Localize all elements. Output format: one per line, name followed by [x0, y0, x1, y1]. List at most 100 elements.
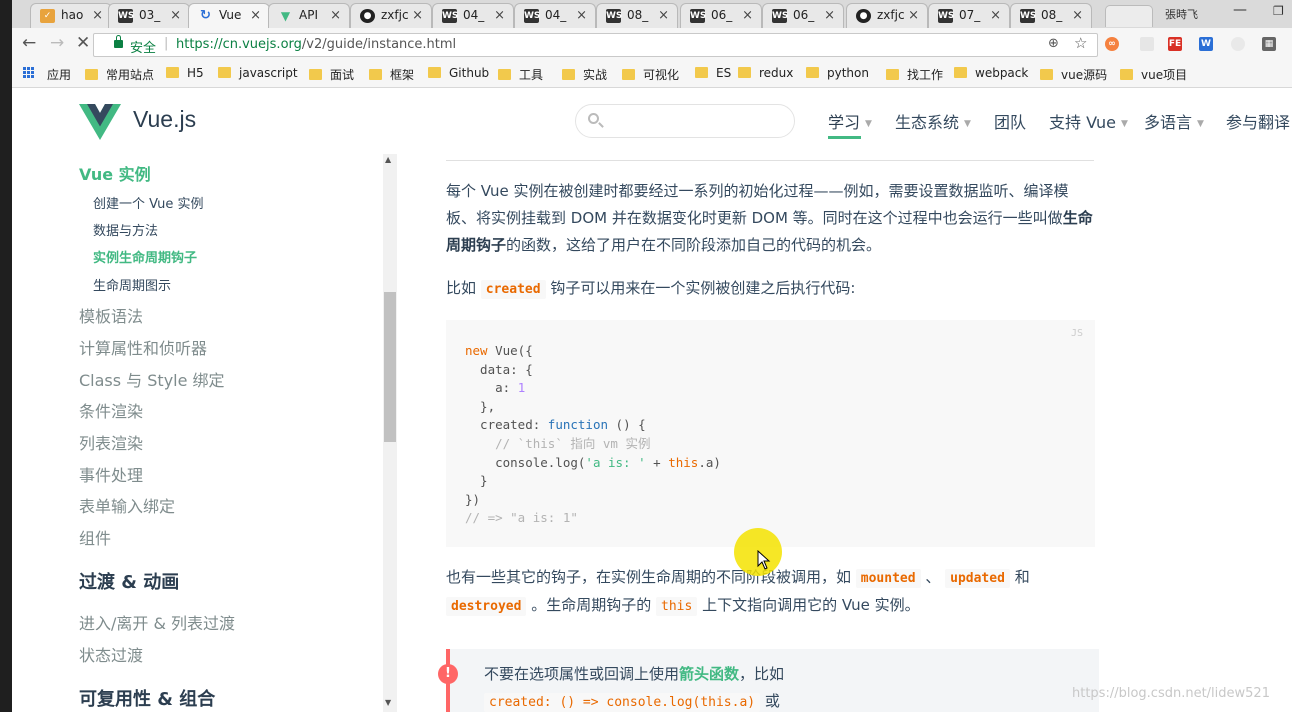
extension-fe-icon[interactable]: FE: [1168, 37, 1182, 51]
close-icon[interactable]: ×: [742, 8, 753, 23]
tab-2[interactable]: WS 03_ ×: [108, 3, 190, 28]
bookmark-item[interactable]: 工具: [498, 66, 543, 83]
code-content[interactable]: new Vue({ data: { a: 1 }, created: funct…: [465, 342, 721, 528]
extension-gray-icon[interactable]: [1140, 37, 1154, 51]
stop-icon[interactable]: ✕: [76, 33, 90, 53]
nav-ecosystem[interactable]: 生态系统 ▼: [895, 109, 971, 133]
tab-label: 03_: [139, 8, 161, 22]
search-input[interactable]: [575, 104, 795, 138]
vue-logo-icon[interactable]: [79, 104, 121, 140]
sidebar-sub-item[interactable]: 生命周期图示: [93, 275, 171, 294]
bookmark-item[interactable]: 实战: [562, 66, 607, 83]
bookmark-item[interactable]: redux: [738, 66, 793, 80]
close-icon[interactable]: ×: [170, 8, 181, 23]
sidebar-item[interactable]: 模板语法: [79, 303, 143, 327]
extension-infinity-icon[interactable]: ∞: [1105, 37, 1119, 51]
zoom-icon[interactable]: ⊕: [1048, 36, 1059, 51]
close-icon[interactable]: ×: [576, 8, 587, 23]
back-icon[interactable]: ←: [22, 33, 36, 53]
lock-icon[interactable]: [114, 35, 123, 48]
extension-w-icon[interactable]: W: [1199, 37, 1213, 51]
nav-learn[interactable]: 学习 ▼: [828, 109, 872, 133]
close-icon[interactable]: ×: [658, 8, 669, 23]
sidebar-scroll-thumb[interactable]: [384, 292, 396, 442]
text: 比如: [446, 279, 481, 297]
url-text[interactable]: https://cn.vuejs.org/v2/guide/instance.h…: [176, 37, 456, 52]
bookmark-item[interactable]: Github: [428, 66, 489, 80]
tab-label: 04_: [463, 8, 485, 22]
restore-icon[interactable]: ❐: [1273, 4, 1284, 18]
sidebar-item[interactable]: 列表渲染: [79, 430, 143, 454]
extension-qr-icon[interactable]: ▦: [1262, 37, 1276, 51]
site-title[interactable]: Vue.js: [133, 106, 196, 133]
sidebar-item[interactable]: 表单输入绑定: [79, 493, 175, 517]
tab-11[interactable]: ● zxfjc ×: [846, 3, 928, 28]
close-icon[interactable]: ×: [824, 8, 835, 23]
tab-4[interactable]: ▼ API ×: [268, 3, 350, 28]
close-icon[interactable]: ×: [412, 8, 423, 23]
tab-8[interactable]: WS 08_ ×: [596, 3, 678, 28]
sidebar-item[interactable]: 计算属性和侦听器: [79, 335, 207, 359]
close-icon[interactable]: ×: [250, 8, 261, 23]
tab-12[interactable]: WS 07_ ×: [928, 3, 1010, 28]
inline-code: updated: [945, 569, 1010, 588]
mouse-cursor-icon: [757, 550, 771, 570]
bookmark-item[interactable]: ES: [695, 66, 731, 80]
secure-label[interactable]: 安全: [130, 37, 156, 56]
nav-support[interactable]: 支持 Vue ▼: [1049, 109, 1128, 133]
apps-grid-icon[interactable]: [23, 67, 35, 79]
bookmark-item[interactable]: 可视化: [622, 66, 679, 83]
nav-translate[interactable]: 参与翻译: [1226, 109, 1290, 133]
sidebar-item[interactable]: 状态过渡: [79, 642, 143, 666]
close-icon[interactable]: ×: [1072, 8, 1083, 23]
folder-icon: [369, 69, 382, 80]
scroll-up-icon[interactable]: ▲: [385, 155, 391, 164]
tab-10[interactable]: WS 06_ ×: [762, 3, 844, 28]
tab-6[interactable]: WS 04_ ×: [432, 3, 514, 28]
sidebar-current-section[interactable]: Vue 实例: [79, 161, 151, 185]
star-icon[interactable]: ☆: [1074, 34, 1087, 52]
bookmark-item[interactable]: vue源码: [1040, 66, 1107, 83]
folder-icon: [1040, 69, 1053, 80]
profile-label[interactable]: 張時飞: [1165, 6, 1198, 22]
bookmark-item[interactable]: 框架: [369, 66, 414, 83]
bookmark-item[interactable]: vue项目: [1120, 66, 1187, 83]
tab-5[interactable]: ● zxfjc ×: [350, 3, 432, 28]
bookmark-item[interactable]: webpack: [954, 66, 1028, 80]
sidebar-item[interactable]: 事件处理: [79, 462, 143, 486]
nav-languages[interactable]: 多语言 ▼: [1144, 109, 1204, 133]
sidebar-sub-item[interactable]: 数据与方法: [93, 220, 158, 239]
new-tab-button[interactable]: [1105, 5, 1153, 27]
webstorm-icon: WS: [690, 9, 707, 23]
tab-9[interactable]: WS 06_ ×: [680, 3, 762, 28]
tab-7[interactable]: WS 04_ ×: [514, 3, 596, 28]
sidebar-sub-item-active[interactable]: 实例生命周期钩子: [93, 247, 197, 266]
watermark: https://blog.csdn.net/lidew521: [1072, 686, 1270, 701]
sidebar-item[interactable]: Class 与 Style 绑定: [79, 367, 225, 391]
close-icon[interactable]: ×: [908, 8, 919, 23]
close-icon[interactable]: ×: [92, 8, 103, 23]
sidebar-item[interactable]: 组件: [79, 525, 111, 549]
bookmark-item[interactable]: 找工作: [886, 66, 943, 83]
tab-1[interactable]: ✓ hao ×: [30, 3, 112, 28]
minimize-icon[interactable]: —: [1233, 2, 1247, 18]
sidebar-sub-item[interactable]: 创建一个 Vue 实例: [93, 193, 204, 212]
nav-team[interactable]: 团队: [994, 109, 1026, 133]
chevron-down-icon: ▼: [1197, 119, 1204, 129]
sidebar-item[interactable]: 进入/离开 & 列表过渡: [79, 610, 235, 634]
tab-3[interactable]: ↻ Vue ×: [188, 3, 270, 28]
bookmark-item[interactable]: 面试: [309, 66, 354, 83]
bookmark-item[interactable]: 应用: [47, 66, 71, 83]
bookmark-item[interactable]: python: [806, 66, 869, 80]
close-icon[interactable]: ×: [990, 8, 1001, 23]
close-icon[interactable]: ×: [494, 8, 505, 23]
extension-clock-icon[interactable]: [1231, 37, 1245, 51]
sidebar-item[interactable]: 条件渲染: [79, 398, 143, 422]
bookmark-item[interactable]: javascript: [218, 66, 298, 80]
bookmark-item[interactable]: 常用站点: [85, 66, 154, 83]
forward-icon[interactable]: →: [50, 33, 64, 53]
bookmark-item[interactable]: H5: [166, 66, 204, 80]
close-icon[interactable]: ×: [330, 8, 341, 23]
scroll-down-icon[interactable]: ▼: [385, 698, 391, 707]
tab-13[interactable]: WS 08_ ×: [1010, 3, 1092, 28]
